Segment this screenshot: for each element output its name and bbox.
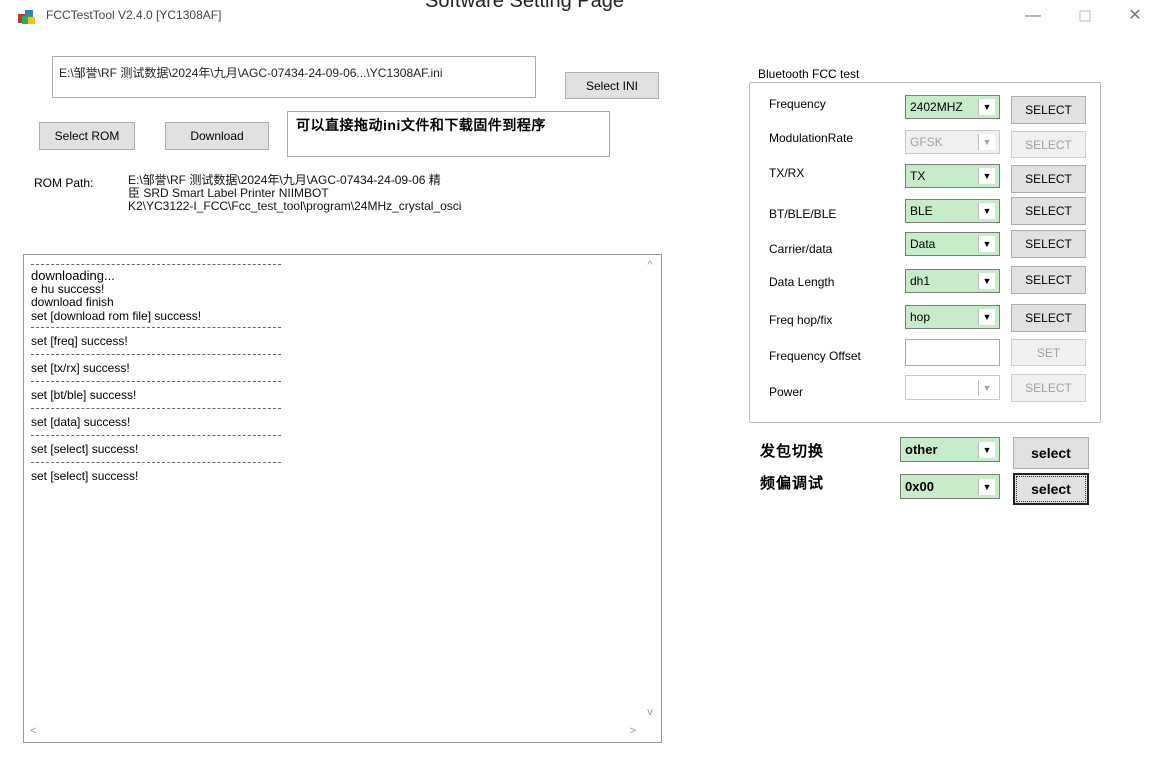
log-line: set [select] success! <box>31 469 139 483</box>
log-line: set [freq] success! <box>31 334 128 348</box>
frequency-offset-debug-label: 频偏调试 <box>760 475 825 492</box>
rom-path-value: E:\邹誉\RF 测试数据\2024年\九月\AGC-07434-24-09-0… <box>128 174 530 213</box>
log-line: set [bt/ble] success! <box>31 388 137 402</box>
power-select[interactable]: ▼ <box>905 375 1000 400</box>
bt-ble-select[interactable]: BLE ▼ <box>905 199 1000 223</box>
chevron-down-icon[interactable]: ▼ <box>978 478 995 495</box>
chevron-down-icon[interactable]: ▼ <box>978 273 995 289</box>
log-separator <box>31 408 281 409</box>
tx-rx-label: TX/RX <box>769 166 805 180</box>
rom-path-label: ROM Path: <box>34 176 94 190</box>
data-length-value: dh1 <box>910 274 931 288</box>
modulation-rate-value: GFSK <box>910 135 943 149</box>
scroll-down-icon[interactable]: v <box>639 706 661 718</box>
bt-ble-value: BLE <box>910 204 933 218</box>
tx-rx-value: TX <box>910 169 926 183</box>
ini-path-field[interactable]: E:\邹誉\RF 测试数据\2024年\九月\AGC-07434-24-09-0… <box>52 56 536 98</box>
freq-hop-fix-value: hop <box>910 310 931 324</box>
frequency-offset-set-button[interactable]: SET <box>1011 339 1086 366</box>
log-separator <box>31 381 281 382</box>
drag-hint-text: 可以直接拖动ini文件和下载固件到程序 <box>296 117 546 133</box>
log-separator <box>31 327 281 328</box>
ini-path-text: E:\邹誉\RF 测试数据\2024年\九月\AGC-07434-24-09-0… <box>59 66 443 80</box>
scroll-left-icon[interactable]: < <box>30 725 36 737</box>
close-icon[interactable]: ✕ <box>1120 4 1150 28</box>
frequency-offset-debug-button[interactable]: select <box>1013 473 1089 505</box>
bluetooth-fcc-group-title: Bluetooth FCC test <box>756 67 862 81</box>
chevron-down-icon[interactable]: ▼ <box>978 379 995 396</box>
frequency-offset-input[interactable] <box>905 339 1000 366</box>
scroll-up-icon[interactable]: ^ <box>639 259 661 271</box>
data-length-select[interactable]: dh1 ▼ <box>905 269 1000 293</box>
page-heading: Software Setting Page <box>425 0 625 12</box>
frequency-select[interactable]: 2402MHZ ▼ <box>905 95 1000 119</box>
packet-switch-label: 发包切换 <box>760 443 825 460</box>
chevron-down-icon[interactable]: ▼ <box>978 441 995 458</box>
chevron-down-icon[interactable]: ▼ <box>978 99 995 115</box>
download-button[interactable]: Download <box>165 122 269 150</box>
log-line: download finish <box>31 295 114 309</box>
data-length-select-button[interactable]: SELECT <box>1011 266 1086 294</box>
freq-hop-fix-select-button[interactable]: SELECT <box>1011 304 1086 332</box>
carrier-data-select-button[interactable]: SELECT <box>1011 230 1086 258</box>
tx-rx-select[interactable]: TX ▼ <box>905 164 1000 188</box>
log-content: downloading... e hu success! download fi… <box>31 262 637 484</box>
carrier-data-value: Data <box>910 237 936 251</box>
select-rom-button[interactable]: Select ROM <box>39 122 135 150</box>
log-separator <box>31 354 281 355</box>
bt-ble-label: BT/BLE/BLE <box>769 207 837 221</box>
packet-switch-select[interactable]: other ▼ <box>900 437 1000 462</box>
freq-hop-fix-select[interactable]: hop ▼ <box>905 305 1000 329</box>
log-line: e hu success! <box>31 282 105 296</box>
log-line: set [select] success! <box>31 442 139 456</box>
log-separator <box>31 462 281 463</box>
chevron-down-icon[interactable]: ▼ <box>978 168 995 184</box>
freq-hop-fix-label: Freq hop/fix <box>769 313 833 327</box>
data-length-label: Data Length <box>769 275 835 289</box>
log-separator <box>31 435 281 436</box>
modulation-rate-label: ModulationRate <box>769 131 854 145</box>
carrier-data-select[interactable]: Data ▼ <box>905 232 1000 256</box>
bt-ble-select-button[interactable]: SELECT <box>1011 197 1086 225</box>
power-label: Power <box>769 385 804 399</box>
power-select-button[interactable]: SELECT <box>1011 374 1086 402</box>
packet-switch-button[interactable]: select <box>1013 437 1089 469</box>
packet-switch-value: other <box>905 442 938 457</box>
scroll-right-icon[interactable]: > <box>630 725 636 737</box>
frequency-offset-debug-value: 0x00 <box>905 479 934 494</box>
modulation-rate-select-button[interactable]: SELECT <box>1011 131 1086 158</box>
log-separator <box>31 264 281 265</box>
log-vertical-scrollbar[interactable]: ^ v <box>639 255 661 742</box>
window-title: FCCTestTool V2.4.0 [YC1308AF] <box>46 8 222 22</box>
frequency-offset-debug-select[interactable]: 0x00 ▼ <box>900 474 1000 499</box>
select-ini-button[interactable]: Select INI <box>565 72 659 99</box>
carrier-data-label: Carrier/data <box>769 242 833 256</box>
log-line: set [tx/rx] success! <box>31 361 130 375</box>
chevron-down-icon[interactable]: ▼ <box>978 134 995 150</box>
frequency-label: Frequency <box>769 97 826 111</box>
log-line: downloading... <box>31 268 115 283</box>
drag-hint-box: 可以直接拖动ini文件和下载固件到程序 <box>287 111 610 157</box>
minimize-icon[interactable]: — <box>1018 4 1048 28</box>
log-line: set [download rom file] success! <box>31 309 202 323</box>
chevron-down-icon[interactable]: ▼ <box>978 203 995 219</box>
frequency-offset-label: Frequency Offset <box>769 349 861 363</box>
frequency-select-button[interactable]: SELECT <box>1011 96 1086 124</box>
log-line: set [data] success! <box>31 415 131 429</box>
log-textarea[interactable]: downloading... e hu success! download fi… <box>23 254 662 743</box>
chevron-down-icon[interactable]: ▼ <box>978 236 995 252</box>
chevron-down-icon[interactable]: ▼ <box>978 309 995 325</box>
rom-path-line: K2\YC3122-I_FCC\Fcc_test_tool\program\24… <box>128 199 462 213</box>
modulation-rate-select[interactable]: GFSK ▼ <box>905 130 1000 154</box>
tx-rx-select-button[interactable]: SELECT <box>1011 165 1086 193</box>
log-horizontal-scrollbar[interactable]: < > <box>24 722 640 742</box>
app-icon <box>17 7 37 25</box>
frequency-value: 2402MHZ <box>910 100 963 114</box>
maximize-icon[interactable] <box>1070 4 1100 28</box>
